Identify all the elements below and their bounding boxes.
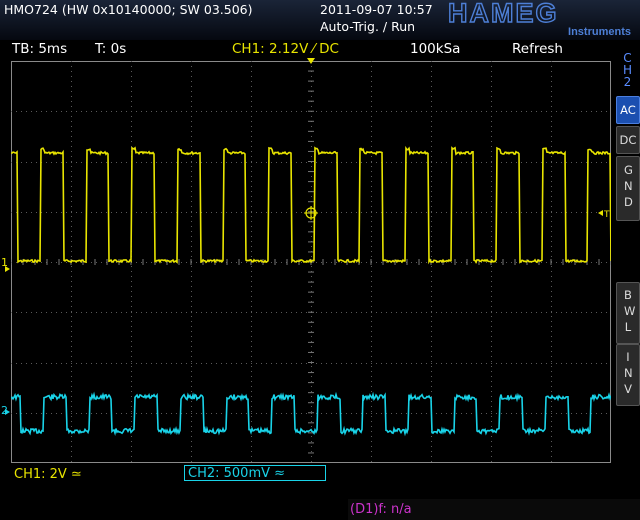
time-offset-readout[interactable]: T: 0s	[95, 41, 126, 57]
coupling-dc-button[interactable]: DC	[616, 126, 640, 154]
logo-sub: Instruments	[568, 26, 631, 38]
waveforms	[11, 145, 611, 437]
header-bar: HMO724 (HW 0x10140000; SW 03.506) 2011-0…	[0, 0, 640, 40]
logo-text: HAMEG	[448, 0, 559, 28]
sample-rate-readout: 100kSa	[410, 41, 461, 57]
channel-menu: C H 2 AC DC GND BWL INV	[615, 40, 640, 480]
gnd-label: GND	[624, 163, 633, 209]
ch1-ground-marker: 1	[1, 256, 8, 269]
ch2-ground-marker: 2	[1, 404, 8, 417]
ch1-trigger-readout[interactable]: CH1: 2.12V ⁄ DC	[232, 41, 339, 57]
hameg-logo: HAMEG Instruments	[448, 0, 631, 38]
invert-button[interactable]: INV	[616, 344, 640, 406]
ch1-settings[interactable]: CH1: 2V ≃	[14, 467, 82, 482]
bwl-label: BWL	[624, 288, 636, 334]
math-function[interactable]: (D1)f: n/a	[350, 502, 412, 517]
inv-label: INV	[624, 350, 633, 396]
device-info: HMO724 (HW 0x10140000; SW 03.506)	[4, 2, 253, 17]
acquisition-mode[interactable]: Refresh	[512, 41, 563, 57]
channel-label-num: 2	[623, 75, 632, 89]
trigger-mode: Auto-Trig. / Run	[320, 19, 416, 34]
coupling-gnd-button[interactable]: GND	[616, 156, 640, 221]
scope-display[interactable]	[11, 61, 611, 463]
coupling-ac-button[interactable]: AC	[616, 96, 640, 124]
status-bar: TB: 5ms T: 0s CH1: 2.12V ⁄ DC 100kSa Ref…	[0, 40, 614, 60]
bwl-button[interactable]: BWL	[616, 282, 640, 344]
timebase-readout[interactable]: TB: 5ms	[12, 41, 67, 57]
ch2-settings[interactable]: CH2: 500mV ≈	[184, 465, 326, 481]
timestamp: 2011-09-07 10:57	[320, 2, 433, 17]
